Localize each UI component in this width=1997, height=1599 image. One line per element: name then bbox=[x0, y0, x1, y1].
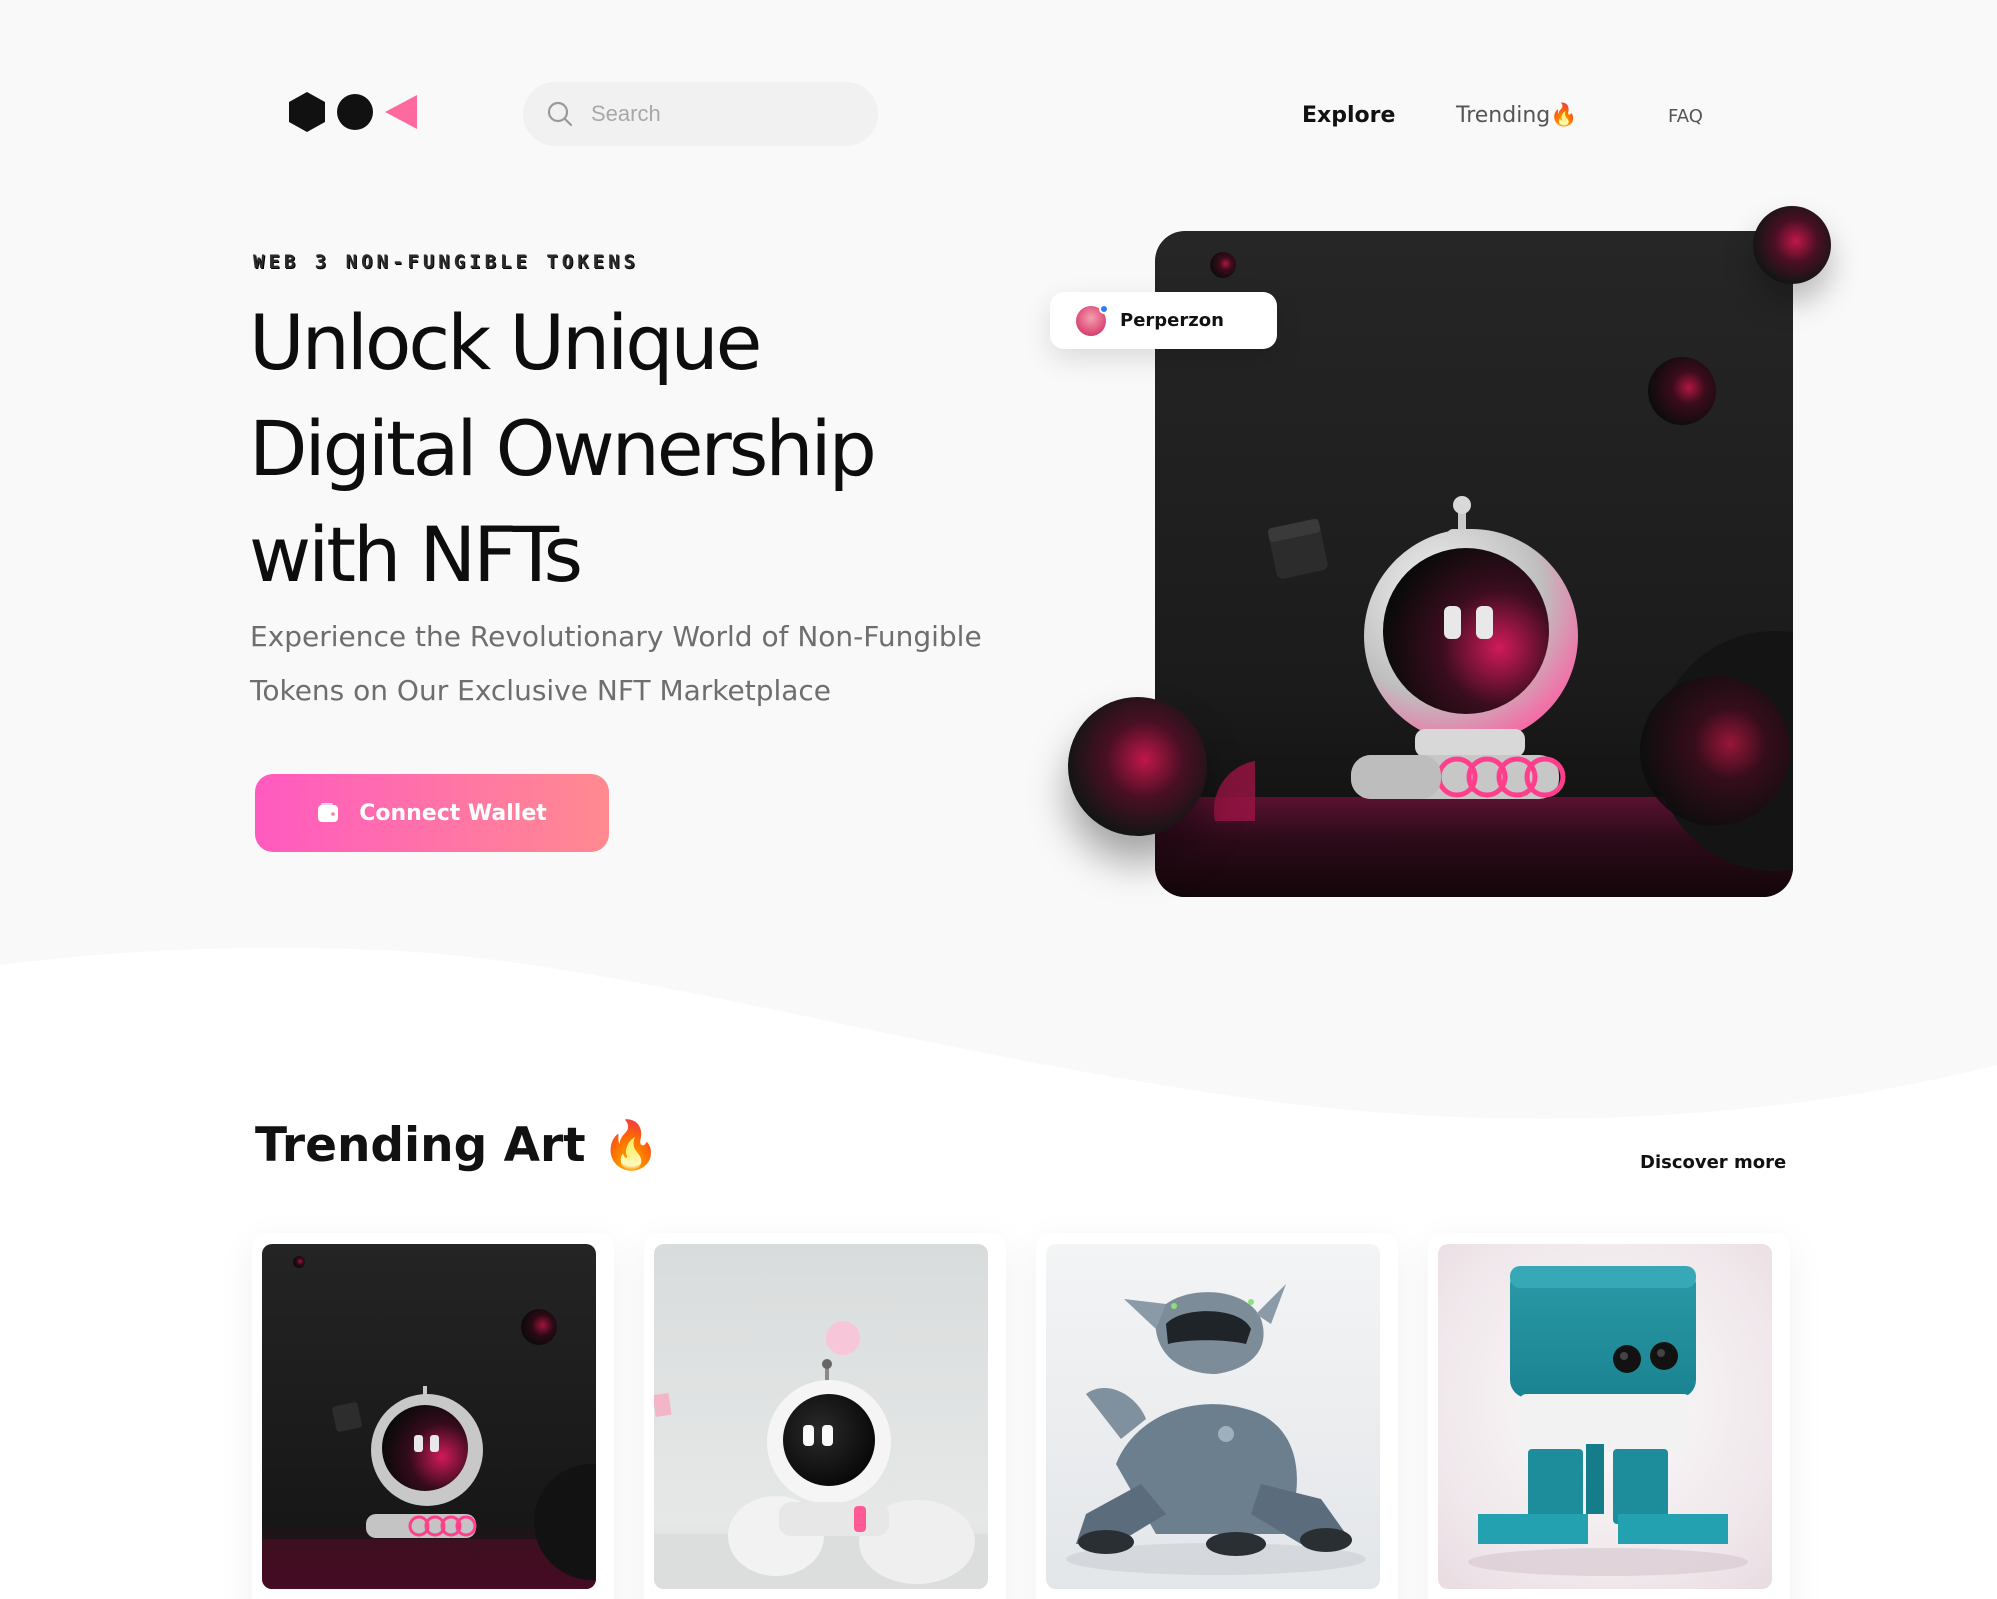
nft-card-image bbox=[654, 1244, 988, 1589]
circle-icon bbox=[337, 94, 373, 130]
search-icon bbox=[547, 101, 573, 127]
nft-card[interactable] bbox=[1036, 1233, 1398, 1599]
avatar bbox=[1076, 303, 1109, 336]
nft-card[interactable] bbox=[644, 1233, 1006, 1599]
hero-title-line: Digital Ownership bbox=[249, 404, 877, 493]
decorative-orb bbox=[1068, 697, 1207, 836]
hero-title-line: with NFTs bbox=[249, 510, 583, 599]
hero-subtitle: Experience the Revolutionary World of No… bbox=[250, 610, 1010, 718]
search-input[interactable] bbox=[591, 101, 851, 127]
wallet-icon bbox=[318, 803, 339, 822]
hero-subtitle-line: Tokens on Our Exclusive NFT Marketplace bbox=[250, 674, 832, 707]
connect-wallet-button[interactable]: Connect Wallet bbox=[255, 774, 609, 852]
hero-title-line: Unlock Unique bbox=[249, 298, 762, 387]
hero-eyebrow: WEB 3 NON-FUNGIBLE TOKENS bbox=[253, 251, 639, 273]
discover-more-link[interactable]: Discover more bbox=[1640, 1152, 1786, 1173]
hexagon-icon bbox=[289, 92, 325, 132]
hero-title: Unlock Unique Digital Ownership with NFT… bbox=[249, 290, 1029, 608]
section-title-text: Trending Art bbox=[255, 1118, 586, 1173]
nav-trending[interactable]: Trending🔥 bbox=[1456, 103, 1578, 128]
nft-card[interactable] bbox=[252, 1233, 614, 1599]
hero-subtitle-line: Experience the Revolutionary World of No… bbox=[250, 620, 982, 653]
connect-wallet-label: Connect Wallet bbox=[359, 800, 547, 826]
trending-cards bbox=[252, 1233, 1790, 1599]
verified-badge-icon bbox=[1099, 303, 1109, 314]
section-title: Trending Art 🔥 bbox=[255, 1118, 660, 1173]
nft-card-image bbox=[1438, 1244, 1772, 1589]
fire-icon: 🔥 bbox=[601, 1118, 661, 1173]
brand-logo[interactable] bbox=[289, 92, 417, 132]
nft-card-image bbox=[262, 1244, 596, 1589]
nav-explore[interactable]: Explore bbox=[1302, 103, 1395, 128]
nft-card[interactable] bbox=[1428, 1233, 1790, 1599]
creator-chip[interactable]: Perperzon bbox=[1050, 292, 1277, 349]
creator-name: Perperzon bbox=[1120, 310, 1224, 331]
search-bar[interactable] bbox=[523, 82, 878, 146]
triangle-icon bbox=[385, 95, 417, 129]
decorative-orb bbox=[1753, 206, 1831, 284]
nft-card-image bbox=[1046, 1244, 1380, 1589]
nav-faq[interactable]: FAQ bbox=[1668, 106, 1703, 127]
